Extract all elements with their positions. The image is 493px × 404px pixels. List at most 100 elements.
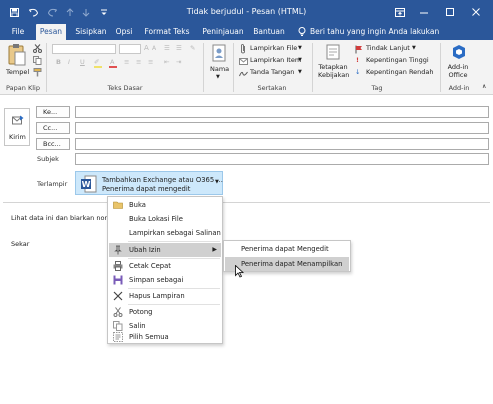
bold-button[interactable]: B <box>56 58 61 66</box>
collapse-ribbon-icon[interactable]: ∧ <box>482 83 486 90</box>
tab-peninjauan[interactable]: Peninjauan <box>196 24 250 40</box>
italic-button[interactable]: I <box>68 58 70 66</box>
send-label: Kirim <box>9 133 26 141</box>
paste-icon[interactable] <box>6 43 28 67</box>
subject-field[interactable] <box>75 153 489 165</box>
chevron-down-icon: ▼ <box>298 57 302 63</box>
group-label-addin: Add-in <box>448 84 470 92</box>
flag-icon <box>354 44 364 54</box>
to-field[interactable] <box>75 106 489 118</box>
menu-item-quick-print[interactable]: Cetak Cepat <box>109 259 221 273</box>
group-label-clipboard: Papan Klip <box>6 84 40 92</box>
cut-icon <box>113 307 123 317</box>
separator <box>312 43 313 92</box>
attachment-chip[interactable]: W Tambahkan Exchange atau O365 ... Pener… <box>75 171 223 195</box>
office-addins-icon[interactable] <box>450 43 468 61</box>
increase-indent-icon[interactable]: ⇥ <box>176 58 181 66</box>
menu-item-save-as[interactable]: Simpan sebagai <box>109 273 221 287</box>
submenu-item-label: Penerima dapat Mengedit <box>241 245 329 253</box>
font-color-swatch <box>109 66 117 68</box>
decrease-indent-icon[interactable]: ⇤ <box>164 58 169 66</box>
bcc-button[interactable]: Bcc... <box>36 138 70 150</box>
attachment-name: Tambahkan Exchange atau O365 ... <box>102 176 223 184</box>
send-icon <box>12 114 24 126</box>
title-bar: Tidak berjudul - Pesan (HTML) <box>0 0 493 24</box>
separator <box>440 43 441 92</box>
subject-label: Subjek <box>37 155 59 163</box>
address-book-icon[interactable] <box>208 43 230 63</box>
font-size-box[interactable] <box>119 44 141 54</box>
menu-item-change-permissions[interactable]: Ubah Izin ▶ <box>109 243 221 257</box>
bcc-field[interactable] <box>75 138 489 150</box>
maximize-icon[interactable] <box>438 0 462 24</box>
policy-icon[interactable] <box>324 43 342 61</box>
select-all-icon <box>113 332 123 342</box>
align-left-icon[interactable]: ≡ <box>124 58 129 66</box>
high-importance-button[interactable]: Kepentingan Tinggi <box>366 56 429 64</box>
svg-text:W: W <box>82 180 91 189</box>
menu-item-cut[interactable]: Potong <box>109 305 221 319</box>
tab-format-teks[interactable]: Format Teks <box>141 24 193 40</box>
menu-item-select-all[interactable]: Pilih Semua <box>109 331 221 343</box>
shrink-font-icon[interactable]: A <box>152 45 156 52</box>
chevron-down-icon: ▼ <box>412 45 416 51</box>
menu-item-open-file-location[interactable]: Buka Lokasi File <box>109 212 221 226</box>
minimize-icon[interactable] <box>412 0 436 24</box>
copy-icon[interactable] <box>32 55 42 65</box>
names-label[interactable]: Nama <box>210 65 229 73</box>
tell-me-box[interactable]: Beri tahu yang ingin Anda lakukan <box>310 24 439 40</box>
copy-icon <box>113 321 123 331</box>
ribbon: Tempel Papan Klip A A ☰ ☰ ✎ B I U ✐ A ≡ … <box>0 40 493 95</box>
bullets-icon[interactable]: ☰ <box>164 44 170 52</box>
font-color-icon[interactable]: A <box>110 58 114 66</box>
ribbon-display-icon[interactable] <box>388 0 412 24</box>
menu-item-label: Potong <box>129 308 153 316</box>
tab-opsi[interactable]: Opsi <box>112 24 136 40</box>
chevron-down-icon: ▼ <box>298 45 302 51</box>
font-name-box[interactable] <box>52 44 116 54</box>
set-policy-button[interactable]: Tetapkan Kebijakan <box>318 63 349 79</box>
menu-item-remove-attachment[interactable]: Hapus Lampiran <box>109 289 221 303</box>
paste-label[interactable]: Tempel <box>6 68 29 76</box>
menu-item-open[interactable]: Buka <box>109 198 221 212</box>
tab-file[interactable]: File <box>4 24 32 40</box>
menu-separator <box>128 241 220 242</box>
office-addins-button[interactable]: Add-in Office <box>442 63 474 79</box>
submenu-item-recipients-can-edit[interactable]: Penerima dapat Mengedit <box>225 242 349 256</box>
format-painter-icon[interactable] <box>32 67 42 77</box>
high-importance-icon: ! <box>356 56 359 64</box>
printer-icon <box>113 261 123 271</box>
highlight-icon[interactable]: ✐ <box>94 58 99 66</box>
align-center-icon[interactable]: ≡ <box>136 58 141 66</box>
tab-pesan[interactable]: Pesan <box>36 24 66 40</box>
low-importance-button[interactable]: Kepentingan Rendah <box>366 68 434 76</box>
align-right-icon[interactable]: ≡ <box>148 58 153 66</box>
separator <box>46 43 47 92</box>
menu-item-attach-as-copy[interactable]: Lampirkan sebagai Salinan <box>109 226 221 240</box>
tab-sisipkan[interactable]: Sisipkan <box>72 24 110 40</box>
numbering-icon[interactable]: ☰ <box>176 44 182 52</box>
menu-item-label: Cetak Cepat <box>129 262 171 270</box>
cc-button[interactable]: Cc... <box>36 122 70 134</box>
close-icon[interactable] <box>464 0 488 24</box>
tab-bantuan[interactable]: Bantuan <box>250 24 288 40</box>
attach-item-button[interactable]: Lampirkan Item <box>250 56 301 64</box>
attach-file-button[interactable]: Lampirkan File <box>250 44 297 52</box>
menu-item-label: Pilih Semua <box>129 333 169 341</box>
clear-format-icon[interactable]: ✎ <box>190 44 195 52</box>
to-button[interactable]: Ke... <box>36 106 70 118</box>
chevron-down-icon[interactable]: ▼ <box>215 179 219 185</box>
group-label-tags: Tag <box>371 84 383 92</box>
signature-button[interactable]: Tanda Tangan <box>250 68 294 76</box>
cut-icon[interactable] <box>32 43 42 53</box>
grow-font-icon[interactable]: A <box>144 44 149 52</box>
separator <box>203 43 204 92</box>
attachment-context-menu: Buka Buka Lokasi File Lampirkan sebagai … <box>107 196 223 344</box>
cc-field[interactable] <box>75 122 489 134</box>
attachment-permission: Penerima dapat mengedit <box>102 185 191 193</box>
underline-button[interactable]: U <box>80 58 85 66</box>
menu-item-label: Buka Lokasi File <box>129 215 183 223</box>
message-body[interactable] <box>3 202 490 400</box>
follow-up-button[interactable]: Tindak Lanjut <box>366 44 410 52</box>
send-button[interactable]: Kirim <box>4 108 30 146</box>
